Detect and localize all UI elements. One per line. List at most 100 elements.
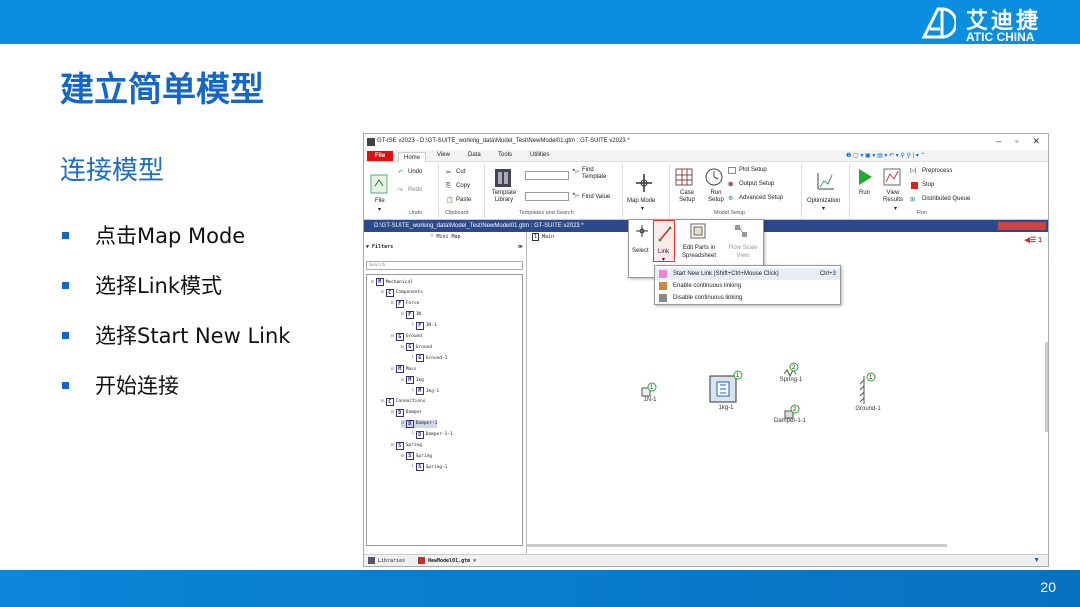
template-library-button[interactable]: Template Library [489,190,519,204]
expand-toggle-icon[interactable]: ⊟ [391,410,394,415]
find-value-button[interactable]: Find Value [582,194,610,200]
stop-icon[interactable] [911,182,918,189]
tab-libraries[interactable]: Libraries [368,557,405,564]
file-button[interactable]: File [375,198,385,204]
plot-setup-icon[interactable] [728,167,736,174]
preprocess-icon[interactable]: ▷| [910,167,916,174]
expand-toggle-icon[interactable]: ⊟ [401,312,404,317]
distributed-queue-icon[interactable]: ⊞ [910,196,915,203]
disable-continuous-linking-menu-item[interactable]: Disable continuous linking [655,292,840,304]
preprocess-button[interactable]: Preprocess [922,168,952,174]
minimize-icon[interactable]: – [996,136,1001,147]
flow-scale-view-button[interactable]: Flow Scale View [725,244,761,260]
tree-node[interactable]: ⊟ S Spring [391,441,422,450]
expand-toggle-icon[interactable]: ⊟ [401,421,404,426]
find-template-icon[interactable]: 🔭 [572,169,579,176]
advanced-setup-button[interactable]: Advanced Setup [739,195,783,201]
copy-icon[interactable]: ⎘ [446,183,451,190]
optimization-icon[interactable] [816,171,836,191]
redo-icon[interactable]: ↷ [398,187,403,194]
find-value-input[interactable] [525,192,569,201]
expand-toggle-icon[interactable]: └ [411,465,414,470]
run-button[interactable]: Run [859,190,870,196]
output-setup-button[interactable]: Output Setup [739,181,774,187]
find-value-icon[interactable]: 🔭 [572,193,579,200]
chevron-down-icon[interactable]: ▾ [822,205,825,212]
expand-toggle-icon[interactable]: ⊟ [401,454,404,459]
tree-node[interactable]: ⊟ G Ground [401,343,432,352]
start-new-link-menu-item[interactable]: Start New Link (Shift+Ctrl+Mouse Click) … [655,268,840,280]
tree-node[interactable]: └ F 1N-1 [411,321,437,330]
advanced-setup-icon[interactable]: ⚙ [728,195,733,202]
run-setup-icon[interactable] [705,168,723,186]
paste-icon[interactable]: 📋 [446,197,453,204]
tree-node[interactable]: ⊟ C Connections [381,397,426,406]
expand-toggle-icon[interactable]: └ [411,323,414,328]
expand-toggle-icon[interactable]: └ [411,432,414,437]
view-results-button[interactable]: View Results [881,190,905,204]
tree-node[interactable]: └ M 1kg-1 [411,387,439,395]
spring-component-icon[interactable]: 2 [782,362,802,378]
tab-view[interactable]: View [437,152,450,158]
run-setup-button[interactable]: Run Setup [706,190,726,204]
find-template-input[interactable] [525,171,569,180]
force-component-icon[interactable]: 1 [640,382,658,398]
collapse-icon[interactable]: ≫ [518,244,523,250]
navigation-arrow[interactable]: ◀☰ 1 [1024,236,1042,244]
map-mode-icon[interactable] [634,172,654,194]
expand-toggle-icon[interactable]: └ [411,356,414,361]
expand-toggle-icon[interactable]: ⊟ [391,443,394,448]
filter-icon[interactable]: ▼ [1033,557,1040,564]
tree-node[interactable]: └ D Damper-1-1 [411,430,453,439]
expand-toggle-icon[interactable]: ⊟ [381,399,384,404]
chevron-down-icon[interactable]: ▾ [378,206,381,213]
tree-node[interactable]: ⊟ F Force [391,299,419,308]
tree-node[interactable]: ⊟ C Components [381,288,423,297]
tree-node[interactable]: ⊟ F 1N [401,310,421,319]
stop-button[interactable]: Stop [922,182,934,188]
output-setup-icon[interactable]: ⬢ [728,181,733,188]
tree-search-input[interactable]: Search [366,261,523,270]
copy-button[interactable]: Copy [456,183,470,189]
redo-button[interactable]: Redo [408,187,422,193]
tree-node[interactable]: ⊟ M 1kg [401,376,424,385]
link-mode-button[interactable]: Link ▾ [653,220,675,263]
tree-node[interactable]: ⊟ M Mass [391,365,417,374]
optimization-button[interactable]: Optimization [807,198,840,204]
tree-node[interactable]: └ S Spring-1 [411,463,447,472]
close-icon[interactable]: ✕ [1032,136,1040,147]
ground-component-icon[interactable]: 1 [858,372,878,406]
tree-node[interactable]: ⊟ D Damper [391,408,422,417]
filters-header[interactable]: ▼ Filters ≫ [366,244,525,254]
case-setup-icon[interactable] [675,168,693,186]
expand-toggle-icon[interactable]: ⊟ [391,301,394,306]
cut-icon[interactable]: ✂ [446,169,451,176]
tree-node[interactable]: ⊟ S Spring [401,452,432,461]
tab-utilities[interactable]: Utilities [530,152,549,158]
tab-newmodel[interactable]: NewModel01.gtm × [418,557,476,564]
expand-toggle-icon[interactable]: └ [411,389,414,394]
chevron-down-icon[interactable]: ▾ [641,205,644,212]
tab-tools[interactable]: Tools [498,152,512,158]
expand-toggle-icon[interactable]: ⊟ [391,367,394,372]
help-icon[interactable]: ❷ ▢ ▾ ▣ ▾ ▤ ▾ ↶ ▾ ⚲ ⚲ | ▾ ⌃ [846,152,926,159]
enable-continuous-linking-menu-item[interactable]: Enable continuous linking [655,280,840,292]
mass-component-icon[interactable]: 1 [708,370,744,404]
maximize-icon[interactable]: ▫ [1015,136,1018,147]
template-library-icon[interactable] [494,168,512,188]
edit-parts-button[interactable]: Edit Parts in Spreadsheet [680,244,718,260]
minimap-header[interactable]: ⌃ Mini Map [364,232,527,242]
plot-setup-button[interactable]: Plot Setup [739,167,767,173]
expand-toggle-icon[interactable]: ⊟ [401,345,404,350]
cut-button[interactable]: Cut [456,169,465,175]
file-icon[interactable] [370,174,388,194]
view-results-icon[interactable] [883,168,901,186]
undo-icon[interactable]: ↶ [398,169,403,176]
tree-node[interactable]: ⊟ M Mechanical [371,278,413,286]
expand-toggle-icon[interactable]: ⊟ [381,290,384,295]
distributed-queue-button[interactable]: Distributed Queue [922,196,970,202]
tree-node[interactable]: ⊟ G Ground [391,332,422,341]
find-template-button[interactable]: Find Template [582,167,612,181]
select-mode-button[interactable]: Select [632,248,649,254]
tree-node[interactable]: ⊟ D Damper-1 [401,419,438,428]
